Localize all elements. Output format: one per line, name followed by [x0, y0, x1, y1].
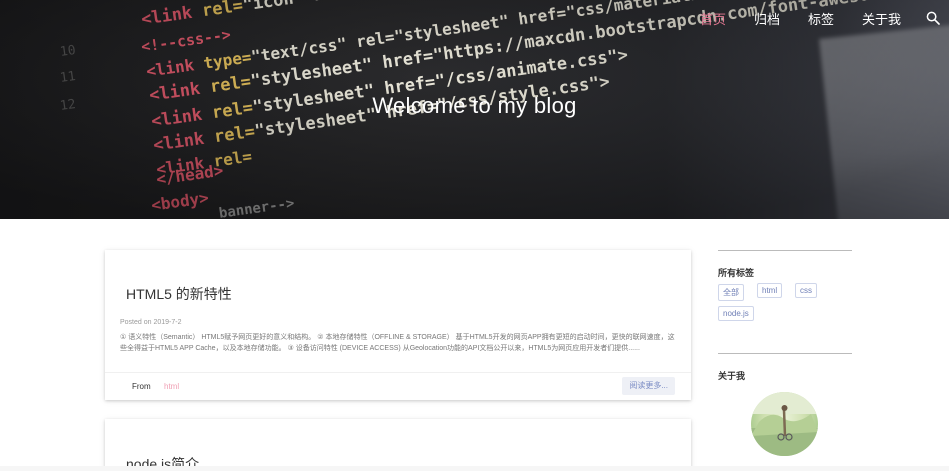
site-title: Welcome to my blog: [372, 93, 577, 118]
tag-chip-html[interactable]: html: [757, 283, 783, 298]
post-category-link[interactable]: html: [164, 382, 179, 391]
avatar-image: [751, 392, 818, 456]
sidebar-divider: [718, 250, 852, 251]
avatar[interactable]: [751, 392, 818, 456]
tags-heading: 所有标签: [718, 268, 755, 278]
post-date: Posted on 2019-7-2: [120, 319, 182, 326]
post-title[interactable]: HTML5 的新特性: [126, 284, 232, 304]
tag-chip-all[interactable]: 全部: [718, 284, 744, 301]
tag-chip-nodejs[interactable]: node.js: [718, 306, 754, 321]
post-card: HTML5 的新特性 Posted on 2019-7-2 ① 语义特性（Sem…: [105, 250, 691, 400]
read-more-button[interactable]: 阅读更多...: [622, 377, 675, 395]
search-icon[interactable]: [926, 11, 940, 25]
nav-item-archive[interactable]: 归档: [754, 9, 780, 28]
tag-chip-css[interactable]: css: [795, 283, 817, 298]
nav-item-tags[interactable]: 标签: [808, 9, 834, 28]
hero-banner: <link rel="icon" href="/favicon.ico" typ…: [0, 0, 949, 219]
about-heading: 关于我: [718, 371, 746, 381]
post-footer: From html 阅读更多...: [105, 372, 691, 400]
post-excerpt: ① 语义特性（Semantic） HTML5赋予网页更好的意义和结构。 ② 本地…: [120, 334, 675, 352]
sidebar-divider: [718, 353, 852, 354]
nav-item-about[interactable]: 关于我: [862, 9, 901, 28]
post-from-label: From: [132, 382, 151, 391]
nav-item-home[interactable]: 首页: [700, 9, 726, 28]
main-nav: 首页 归档 标签 关于我: [700, 9, 901, 28]
post-card: node.js简介: [105, 419, 691, 471]
